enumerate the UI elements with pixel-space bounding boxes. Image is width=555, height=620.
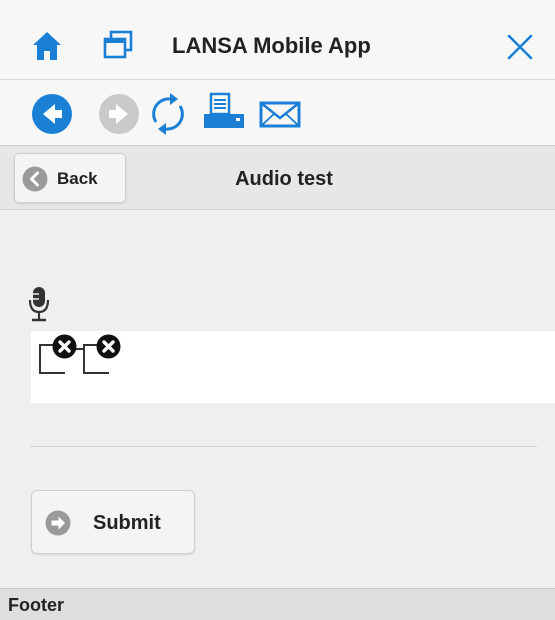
app-title: LANSA Mobile App: [172, 33, 371, 58]
submit-button[interactable]: Submit: [31, 490, 195, 554]
audio-player: [31, 331, 555, 403]
refresh-icon[interactable]: [146, 92, 190, 136]
submit-button-label: Submit: [93, 512, 161, 534]
microphone-icon[interactable]: [28, 285, 50, 323]
broken-image-icon: [96, 334, 121, 359]
home-icon[interactable]: [32, 30, 62, 62]
title-bar: LANSA Mobile App: [0, 0, 555, 80]
close-icon[interactable]: [506, 33, 534, 61]
arrow-right-circle-icon: [45, 510, 71, 536]
mail-icon[interactable]: [258, 92, 302, 136]
broken-image-icon: [52, 334, 77, 359]
back-circle-icon[interactable]: [30, 92, 74, 136]
divider: [30, 446, 537, 447]
forward-circle-icon[interactable]: [97, 92, 141, 136]
footer-label: Footer: [8, 595, 64, 615]
windows-icon[interactable]: [103, 30, 133, 60]
print-icon[interactable]: [202, 92, 246, 136]
toolbar: [0, 80, 555, 146]
footer: Footer: [0, 588, 555, 620]
page-title: Audio test: [235, 168, 333, 190]
